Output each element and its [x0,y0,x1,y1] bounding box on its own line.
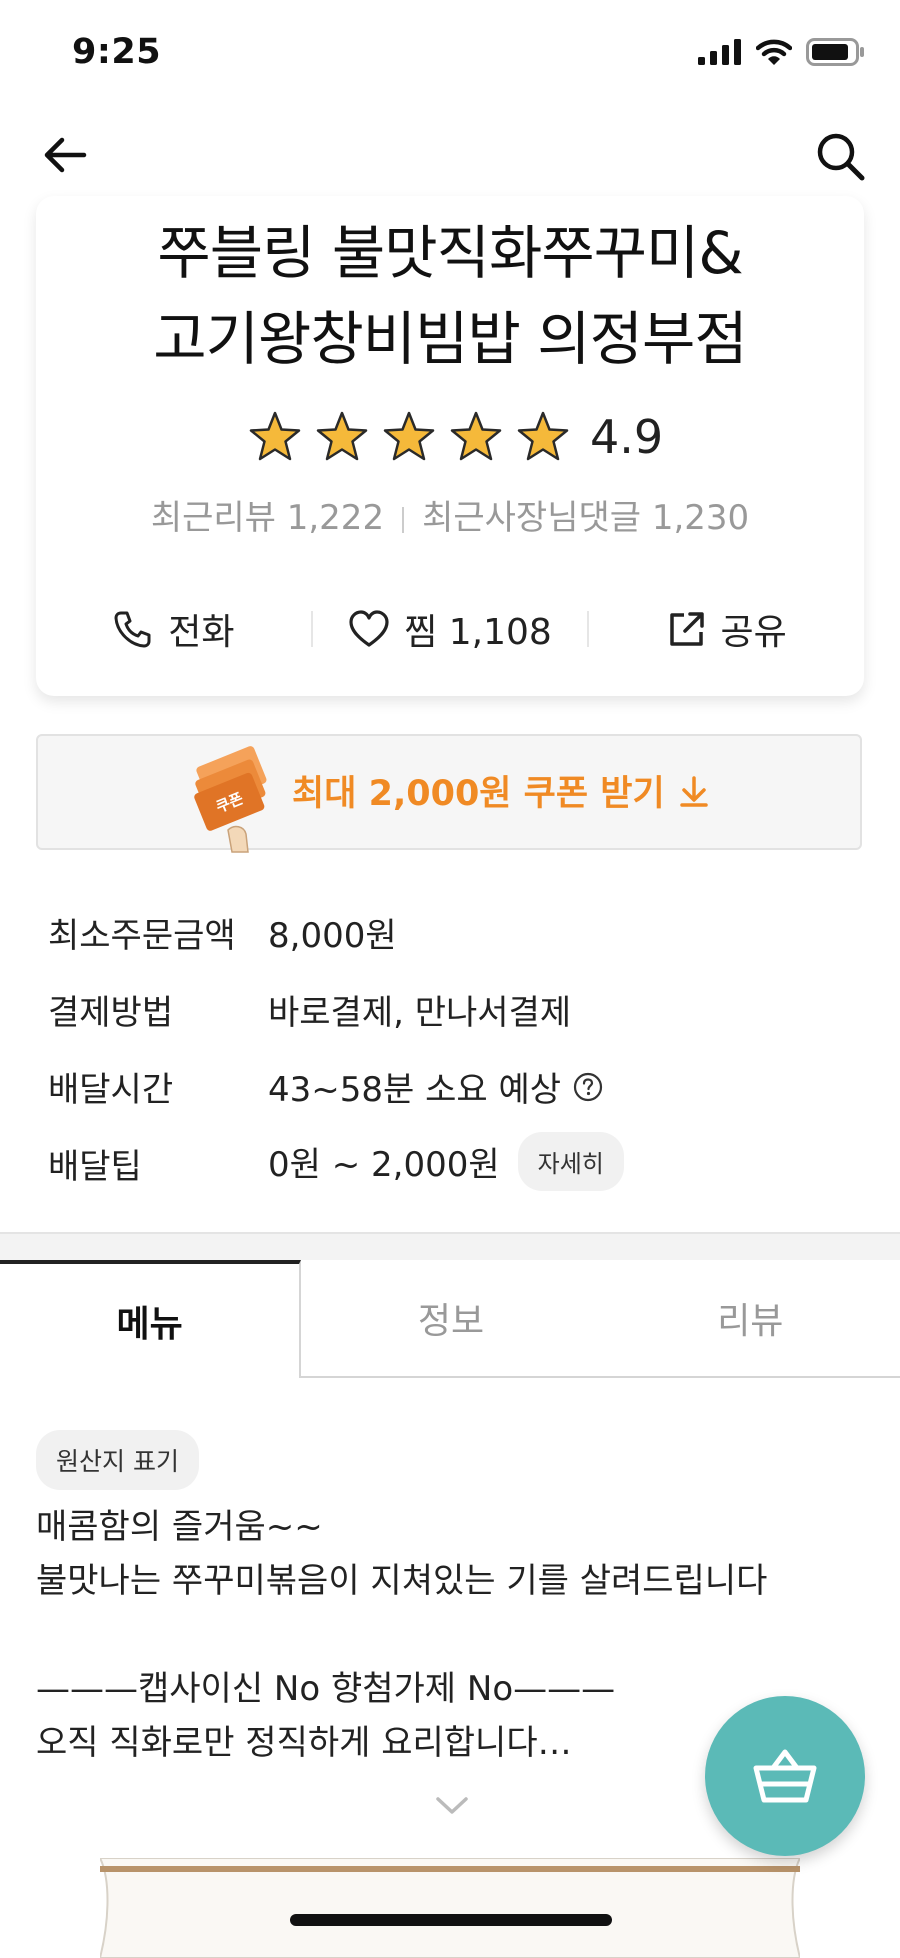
like-button[interactable]: 찜 1,108 [313,603,588,655]
share-button[interactable]: 공유 [589,603,864,655]
basket-icon [753,1749,817,1803]
status-icons [698,38,866,66]
coupon-label: 최대 2,000원 쿠폰 받기 [292,774,665,814]
share-label: 공유 [720,612,787,653]
chevron-down-icon[interactable] [432,1790,472,1820]
review-counts: 최근리뷰 1,222 최근사장님댓글 1,230 [36,490,864,539]
star-icon [517,411,569,461]
min-order-amount: 8,000원 [268,916,397,956]
tab-menu[interactable]: 메뉴 [0,1260,302,1378]
star-icon [383,411,435,461]
help-icon[interactable] [573,1072,603,1102]
origin-label-button[interactable]: 원산지 표기 [36,1430,199,1490]
coupon-download-link[interactable]: 최대 2,000원 쿠폰 받기 [292,765,709,816]
delivery-tip-range: 0원 ~ 2,000원 [268,1145,500,1185]
delivery-tip-detail-button[interactable]: 자세히 [517,1132,624,1191]
tab-reviews[interactable]: 리뷰 [600,1260,900,1378]
call-button[interactable]: 전화 [36,603,311,655]
delivery-time-value: 43~58분 소요 예상 [268,1062,603,1111]
store-description: 매콤함의 즐거움~~ 불맛나는 쭈꾸미볶음이 지쳐있는 기를 살려드립니다 ——… [36,1507,768,1763]
menu-banner-image [100,1858,800,1958]
payment-value: 바로결제, 만나서결제 [268,985,571,1034]
heart-icon [349,610,389,647]
wifi-icon [756,39,792,65]
delivery-tip-label: 배달팁 [48,1147,142,1187]
store-title: 쭈블링 불맛직화쭈꾸미& 고기왕창비빔밥 의정부점 [36,210,864,382]
star-icon [316,411,368,461]
search-icon[interactable] [814,130,866,182]
delivery-time-estimate: 43~58분 소요 예상 [268,1070,562,1110]
store-actions: 전화 찜 1,108 공유 [36,594,864,664]
share-icon [669,612,704,646]
star-rating [248,410,570,464]
battery-icon [806,38,864,66]
home-indicator [290,1914,612,1926]
cart-button[interactable] [705,1696,865,1856]
section-divider [0,1232,900,1262]
tab-bar: 메뉴 정보 리뷰 [0,1260,900,1378]
star-icon [249,411,301,461]
tab-info[interactable]: 정보 [301,1260,601,1378]
back-arrow-icon[interactable] [40,130,90,180]
store-title-line2: 고기왕창비빔밥 의정부점 [153,305,747,373]
payment-label: 결제방법 [48,993,174,1033]
status-time: 9:25 [72,32,162,72]
delivery-tip-value: 0원 ~ 2,000원 자세히 [268,1132,624,1191]
delivery-time-label: 배달시간 [48,1070,174,1110]
signal-icon [698,39,741,65]
min-order-value: 8,000원 [268,908,397,957]
min-order-label: 최소주문금액 [48,916,236,956]
like-label: 찜 1,108 [404,612,552,653]
rating-value: 4.9 [590,410,664,464]
coupon-ticket-icon: 쿠폰 [194,746,267,853]
owner-replies-link[interactable]: 최근사장님댓글 1,230 [422,498,749,538]
star-icon [450,411,502,461]
call-label: 전화 [168,612,235,653]
recent-reviews-link[interactable]: 최근리뷰 1,222 [151,498,384,538]
payment-methods: 바로결제, 만나서결제 [268,993,572,1033]
phone-icon [114,611,151,648]
store-title-line1: 쭈블링 불맛직화쭈꾸미& [157,219,743,287]
download-icon [679,775,708,807]
divider [402,506,405,533]
